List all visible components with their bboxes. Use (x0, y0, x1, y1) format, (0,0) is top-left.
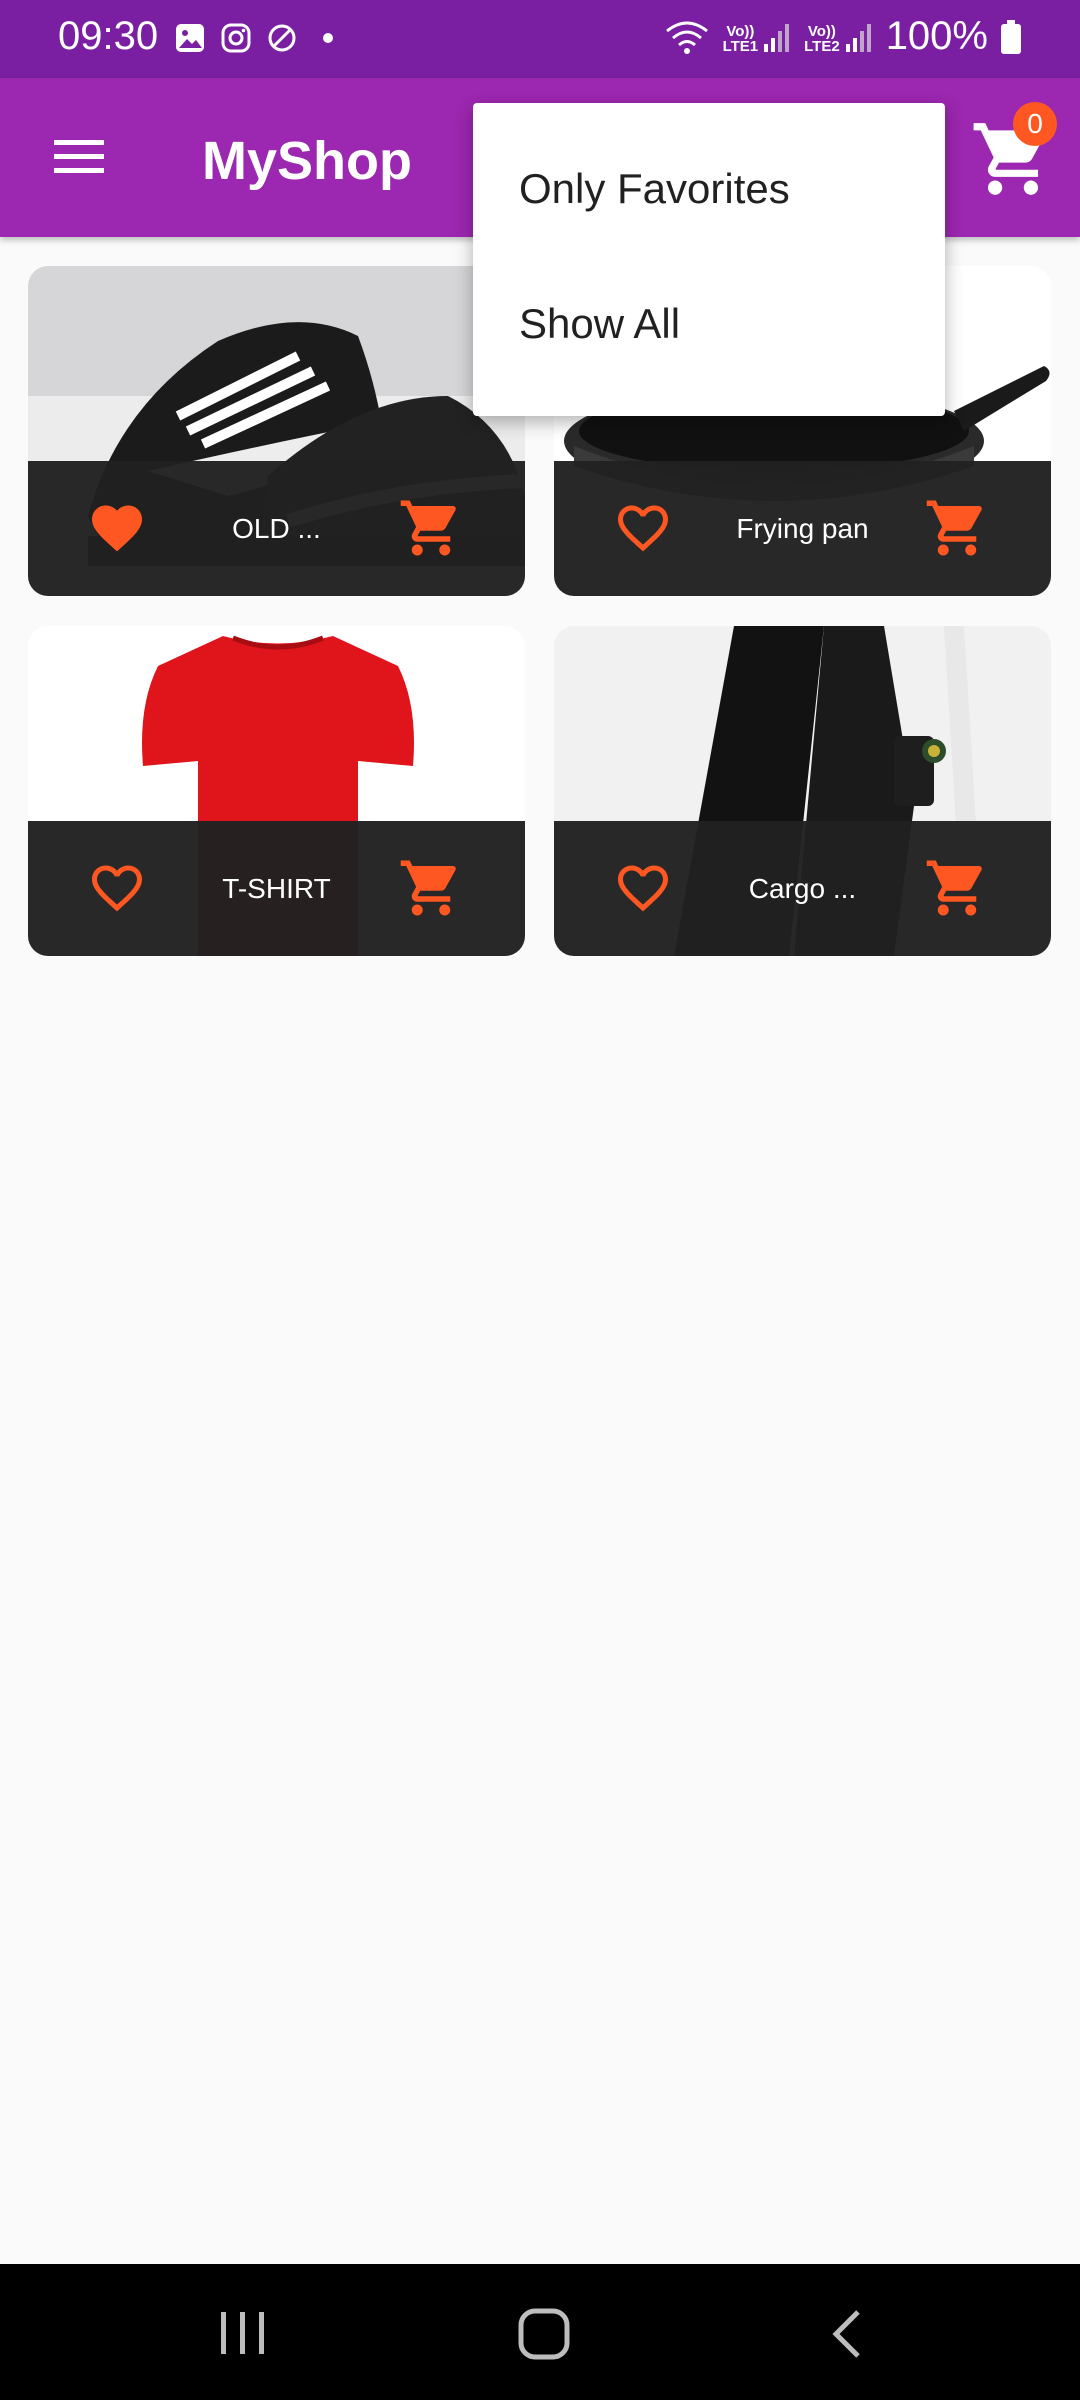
sim2-signal: Vo)) LTE2 (804, 20, 874, 54)
dot-icon (323, 33, 333, 43)
heart-icon (92, 505, 142, 552)
sim1-signal: Vo)) LTE1 (723, 20, 793, 54)
page-title: MyShop (202, 131, 412, 191)
back-icon[interactable] (828, 2308, 868, 2360)
menu-item-show-all[interactable]: Show All (519, 300, 680, 348)
signal-icon (845, 23, 871, 52)
battery-percent: 100% (885, 14, 988, 58)
product-title: T-SHIRT (222, 873, 331, 904)
notification-icons (174, 22, 344, 54)
add-to-cart-button[interactable] (398, 855, 464, 921)
volte-label: Vo)) (807, 22, 836, 40)
heart-outline-icon (618, 865, 668, 912)
recent-apps-icon[interactable] (218, 2310, 268, 2356)
product-title: OLD ... (232, 513, 321, 544)
product-card[interactable]: OLD ... (28, 266, 525, 596)
shopping-cart-icon (926, 860, 982, 916)
add-to-cart-button[interactable] (924, 495, 990, 561)
add-to-cart-button[interactable] (924, 855, 990, 921)
volte-label: Vo)) (726, 22, 755, 40)
instagram-icon (221, 23, 251, 53)
menu-item-only-favorites[interactable]: Only Favorites (519, 165, 790, 213)
shopping-cart-icon (400, 500, 456, 556)
shopping-cart-icon (926, 500, 982, 556)
favorite-button[interactable] (86, 498, 148, 558)
battery-icon (1001, 19, 1021, 54)
shopping-cart-icon (400, 860, 456, 916)
product-footer: OLD ... (28, 461, 525, 596)
home-icon[interactable] (518, 2308, 570, 2360)
sim1-label: LTE1 (722, 37, 759, 55)
favorite-button[interactable] (86, 858, 148, 918)
signal-icon (764, 23, 790, 52)
sim2-label: LTE2 (804, 37, 840, 55)
product-title: Frying pan (736, 513, 869, 544)
favorite-button[interactable] (612, 858, 674, 918)
menu-button[interactable] (44, 122, 114, 192)
menu-icon (54, 140, 104, 173)
heart-outline-icon (92, 865, 142, 912)
system-nav-bar (0, 2264, 1080, 2400)
product-card[interactable]: Cargo ... (554, 626, 1051, 956)
filter-popup-menu: Only Favorites Show All (473, 103, 945, 416)
gallery-icon (176, 24, 204, 52)
wifi-icon (665, 21, 708, 54)
system-icons: Vo)) LTE1 Vo)) LTE2 100% (663, 14, 1022, 59)
product-footer: T-SHIRT (28, 821, 525, 956)
product-footer: Cargo ... (554, 821, 1051, 956)
cart-count-badge: 0 (1013, 102, 1057, 146)
do-not-disturb-icon (268, 24, 296, 52)
product-card[interactable]: T-SHIRT (28, 626, 525, 956)
add-to-cart-button[interactable] (398, 495, 464, 561)
favorite-button[interactable] (612, 498, 674, 558)
status-time: 09:30 (58, 14, 159, 58)
status-bar: 09:30 Vo)) LTE1 Vo)) LTE2 100% (0, 0, 1080, 78)
product-footer: Frying pan (554, 461, 1051, 596)
heart-outline-icon (618, 505, 668, 552)
product-title: Cargo ... (748, 873, 857, 904)
